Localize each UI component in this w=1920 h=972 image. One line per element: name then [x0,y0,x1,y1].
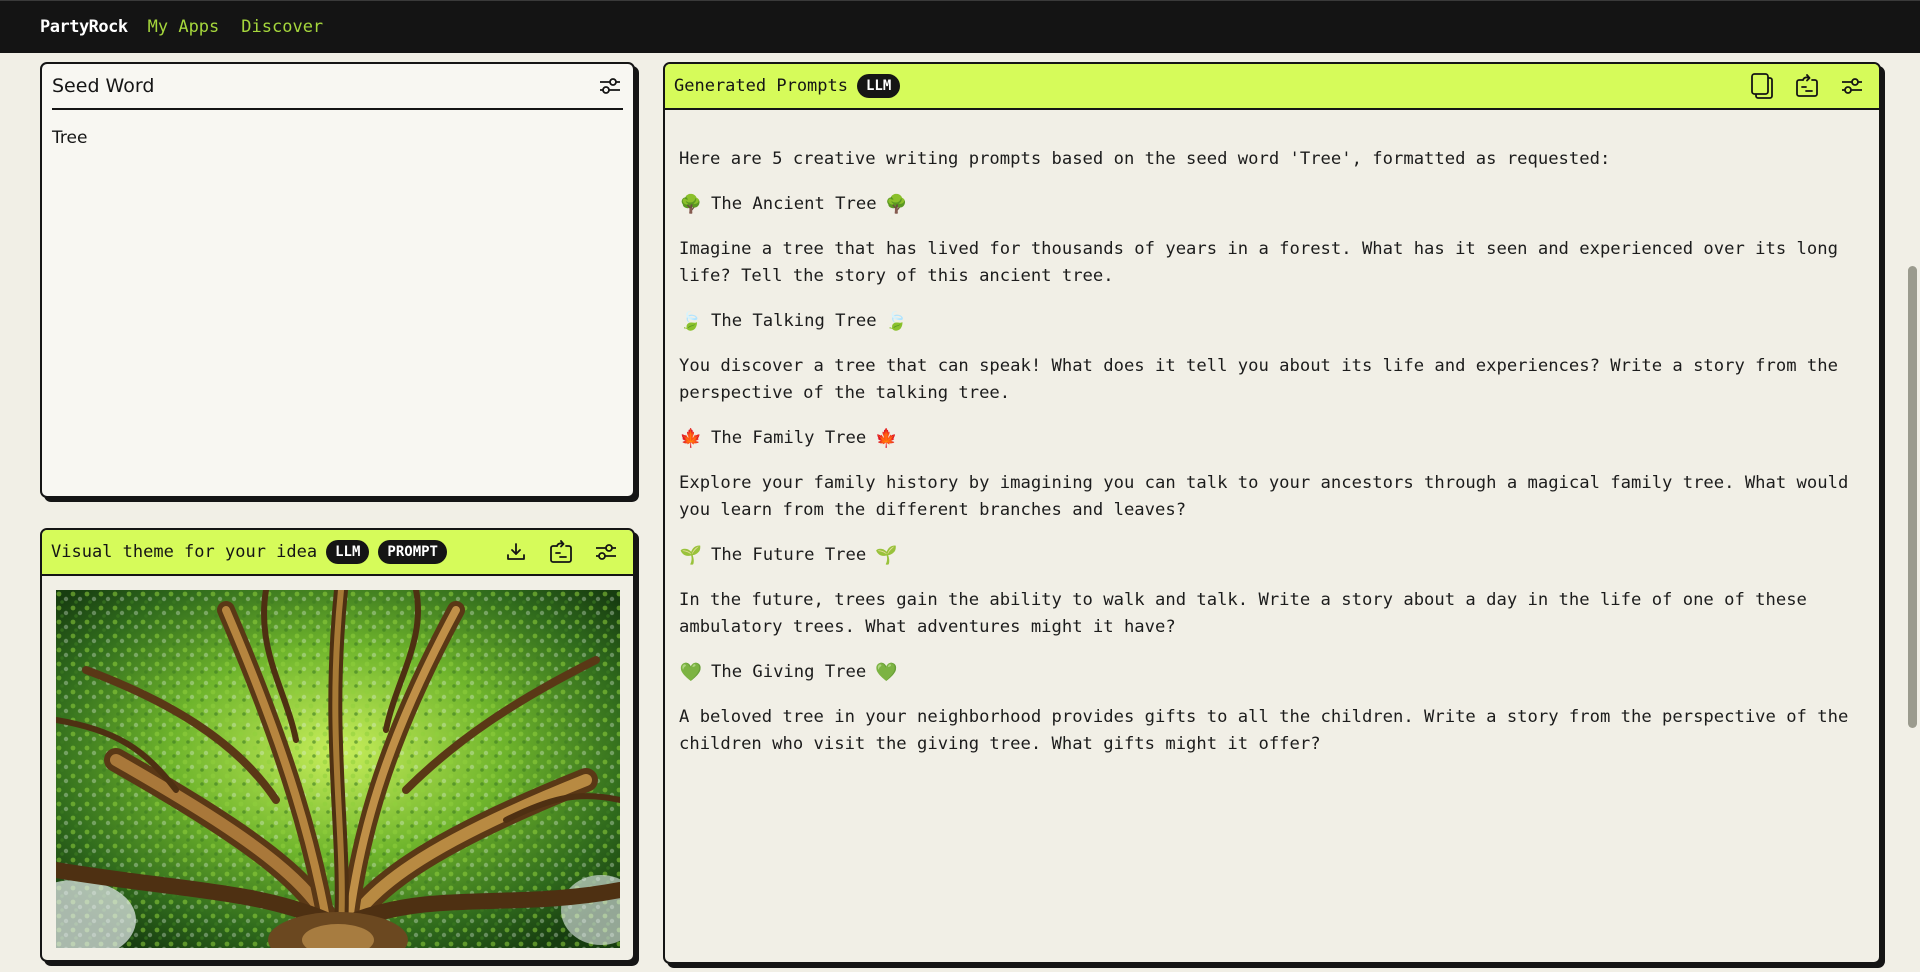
generated-tree-image[interactable] [56,590,620,948]
prompt-title-text: The Future Tree [711,545,867,565]
copy-icon[interactable] [1748,73,1775,100]
visual-theme-header: Visual theme for your idea LLM PROMPT [42,530,633,576]
deciduous-tree-icon: 🌳 [679,194,703,215]
brand-logo[interactable]: PartyRock [40,17,128,37]
deciduous-tree-icon: 🌳 [885,194,908,215]
prompt-title-text: The Talking Tree [711,311,877,331]
visual-theme-actions [502,539,619,566]
leaf-fluttering-icon: 🍃 [885,311,908,332]
scrollbar-thumb[interactable] [1908,266,1917,728]
prompt-body: You discover a tree that can speak! What… [679,356,1838,403]
llm-badge: LLM [857,74,901,98]
top-navigation: PartyRock My Apps Discover [0,0,1920,53]
nav-link-discover[interactable]: Discover [241,17,323,37]
prompt-heading: 💚 The Giving Tree 💚 [679,659,1859,686]
prompt-title-text: The Family Tree [711,428,867,448]
generated-prompts-output: Here are 5 creative writing prompts base… [679,146,1859,776]
prompt-body: Explore your family history by imagining… [679,473,1849,520]
seed-word-title: Seed Word [52,75,155,97]
sliders-icon[interactable] [592,539,619,566]
seedling-icon: 🌱 [679,545,703,566]
prompt-title-text: The Ancient Tree [711,194,877,214]
maple-leaf-icon: 🍁 [875,428,898,449]
visual-theme-title: Visual theme for your idea [51,542,318,562]
prompt-body: A beloved tree in your neighborhood prov… [679,707,1849,754]
prompt-heading: 🌱 The Future Tree 🌱 [679,542,1859,569]
seed-word-header: Seed Word [52,64,623,110]
leaf-fluttering-icon: 🍃 [679,311,703,332]
generated-prompts-header: Generated Prompts LLM [665,64,1879,110]
move-to-icon[interactable] [1793,73,1820,100]
green-heart-icon: 💚 [679,662,703,683]
sliders-icon[interactable] [596,73,623,100]
move-to-icon[interactable] [547,539,574,566]
seed-word-widget: Seed Word Tree [40,62,635,498]
intro-text: Here are 5 creative writing prompts base… [679,149,1611,169]
llm-badge: LLM [326,540,370,564]
visual-theme-widget: Visual theme for your idea LLM PROMPT [40,528,635,962]
seedling-icon: 🌱 [875,545,898,566]
prompt-heading: 🍁 The Family Tree 🍁 [679,425,1859,452]
page-scrollbar[interactable] [1905,53,1920,972]
prompt-badge: PROMPT [378,540,447,564]
generated-prompts-actions [1748,73,1865,100]
prompt-body: Imagine a tree that has lived for thousa… [679,239,1838,286]
tree-canopy-illustration [56,590,620,948]
sliders-icon[interactable] [1838,73,1865,100]
generated-prompts-title: Generated Prompts [674,76,848,96]
download-icon[interactable] [502,539,529,566]
maple-leaf-icon: 🍁 [679,428,703,449]
prompt-title-text: The Giving Tree [711,662,867,682]
prompt-heading: 🌳 The Ancient Tree 🌳 [679,191,1859,218]
generated-prompts-widget: Generated Prompts LLM Here are 5 creativ… [663,62,1881,964]
prompt-heading: 🍃 The Talking Tree 🍃 [679,308,1859,335]
green-heart-icon: 💚 [875,662,898,683]
nav-link-my-apps[interactable]: My Apps [148,17,220,37]
seed-word-input[interactable]: Tree [52,128,87,148]
prompt-body: In the future, trees gain the ability to… [679,590,1807,637]
